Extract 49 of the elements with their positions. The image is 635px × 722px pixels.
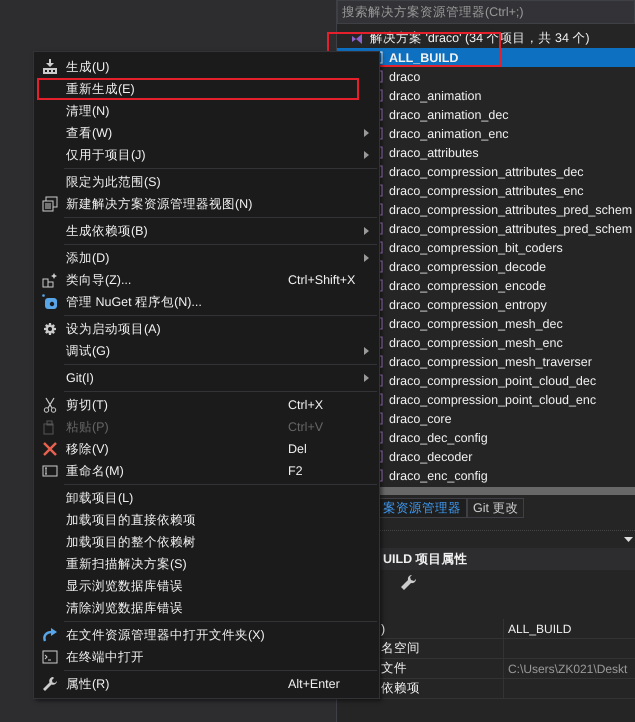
package-icon: [42, 294, 58, 310]
property-value: ALL_BUILD: [508, 622, 572, 636]
curved-arrow-icon: [42, 627, 58, 643]
menu-item[interactable]: 调试(G): [34, 340, 379, 362]
menu-item[interactable]: 设为启动项目(A): [34, 318, 379, 340]
menu-item[interactable]: 属性(R) Alt+Enter: [34, 673, 379, 695]
settings-icon: [42, 321, 58, 337]
menu-item[interactable]: Git(I): [34, 367, 379, 389]
menu-item[interactable]: 生成依赖项(B): [34, 220, 379, 242]
wizard-icon: [42, 272, 58, 288]
menu-item[interactable]: 移除(V) Del: [34, 438, 379, 460]
menu-item[interactable]: 重命名(M) F2: [34, 460, 379, 482]
properties-title: UILD 项目属性: [383, 550, 468, 568]
menu-item[interactable]: 重新生成(E): [37, 78, 359, 100]
menu-item[interactable]: 添加(D): [34, 247, 379, 269]
wrench-icon: [42, 676, 58, 692]
dropdown-arrow-icon[interactable]: [624, 537, 633, 542]
menu-item[interactable]: 管理 NuGet 程序包(N)...: [34, 291, 379, 313]
menu-item[interactable]: 卸载项目(L): [34, 487, 379, 509]
solution-icon: [351, 32, 365, 46]
panel-tab[interactable]: Git 更改: [467, 498, 524, 518]
menu-item[interactable]: 显示浏览数据库错误: [34, 575, 379, 597]
panel-tab[interactable]: 案资源管理器: [377, 498, 467, 518]
menu-item[interactable]: 清除浏览数据库错误: [34, 597, 379, 619]
menu-item[interactable]: 查看(W): [34, 122, 379, 144]
property-name: 名空间: [381, 640, 420, 657]
text-cursor-icon: [42, 463, 58, 479]
close-icon: [42, 441, 58, 457]
menu-item[interactable]: 加载项目的整个依赖树: [34, 531, 379, 553]
menu-item[interactable]: 清理(N): [34, 100, 379, 122]
build-icon: [42, 59, 58, 75]
scissors-icon: [42, 397, 58, 413]
menu-item[interactable]: 限定为此范围(S): [34, 171, 379, 193]
property-name: 依赖项: [381, 680, 420, 697]
menu-item[interactable]: 剪切(T) Ctrl+X: [34, 394, 379, 416]
menu-item[interactable]: 重新扫描解决方案(S): [34, 553, 379, 575]
menu-item[interactable]: 在终端中打开: [34, 646, 379, 668]
menu-item[interactable]: 类向导(Z)... Ctrl+Shift+X: [34, 269, 379, 291]
property-name: ): [381, 622, 386, 636]
menu-item[interactable]: 在文件资源管理器中打开文件夹(X): [34, 624, 379, 646]
window-icon: [42, 196, 58, 212]
terminal-icon: [42, 649, 58, 665]
property-value: C:\Users\ZK021\Deskt: [508, 662, 628, 676]
search-field[interactable]: 搜索解决方案资源管理器(Ctrl+;): [337, 0, 635, 24]
wrench-icon[interactable]: [399, 574, 417, 592]
menu-item[interactable]: 新建解决方案资源管理器视图(N): [34, 193, 379, 215]
menu-item[interactable]: 加载项目的直接依赖项: [34, 509, 379, 531]
property-name: 文件: [381, 660, 407, 677]
menu-item[interactable]: 仅用于项目(J): [34, 144, 379, 166]
